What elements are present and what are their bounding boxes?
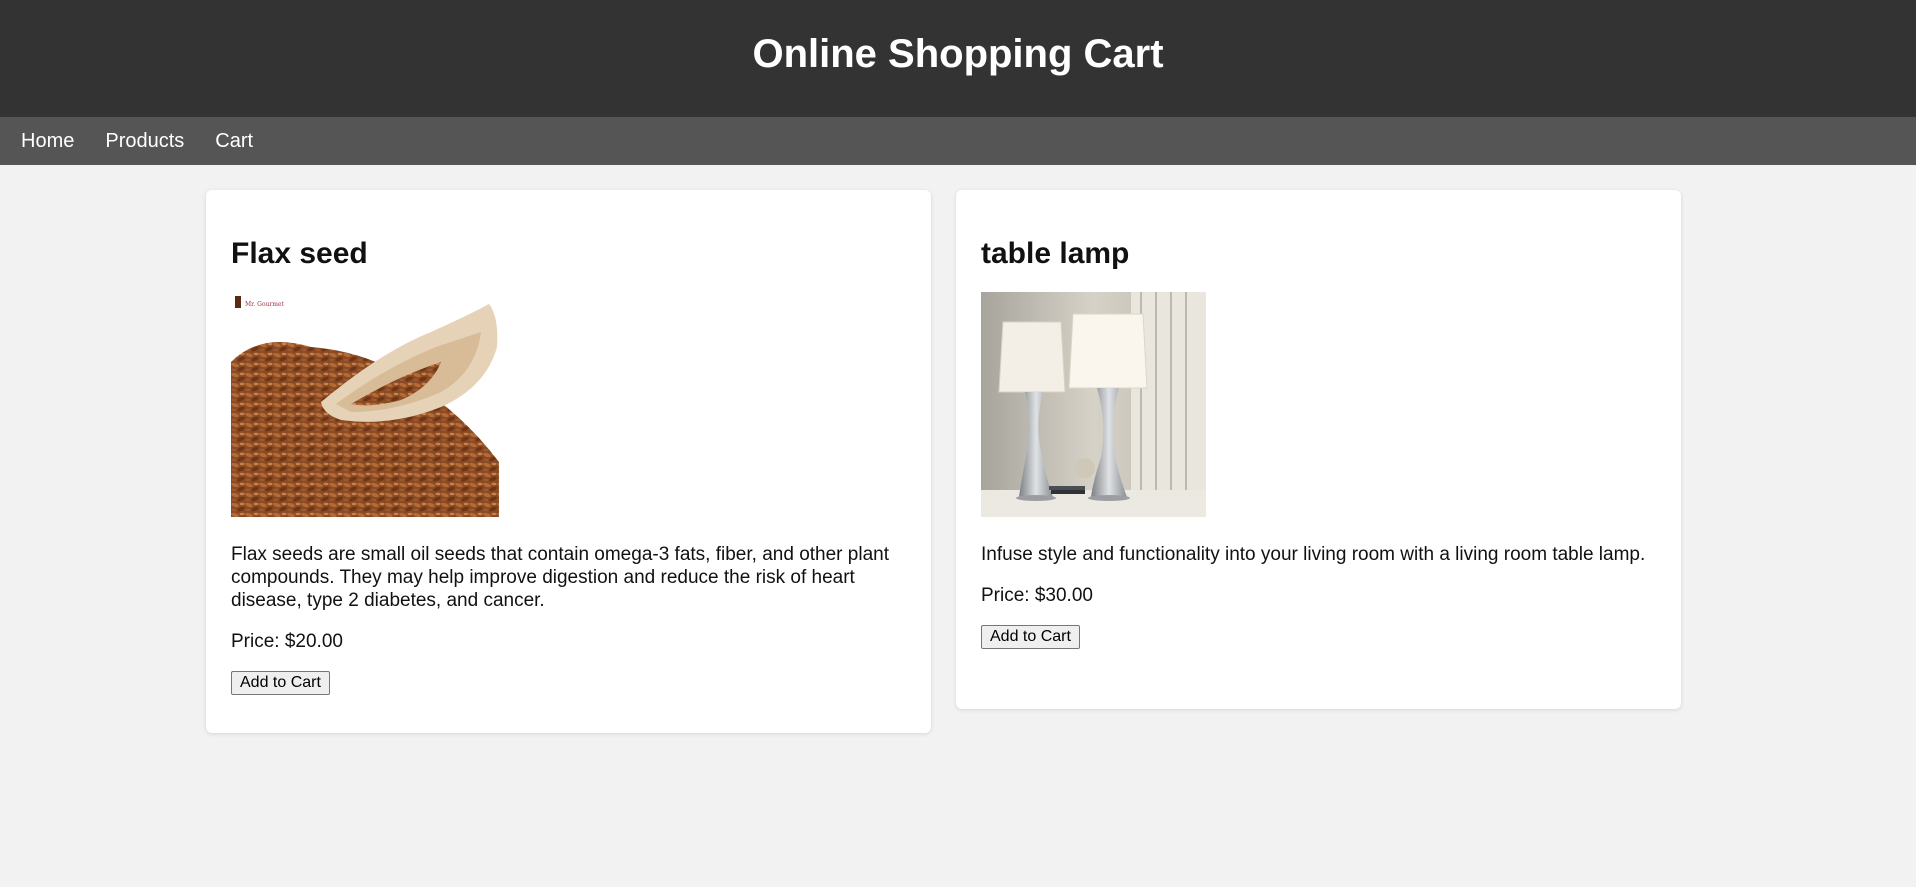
table-lamp-image <box>981 292 1206 517</box>
product-description: Flax seeds are small oil seeds that cont… <box>231 544 889 611</box>
nav-link-products[interactable]: Products <box>105 130 184 153</box>
product-title: table lamp <box>981 237 1130 270</box>
add-to-cart-button[interactable]: Add to Cart <box>981 625 1080 649</box>
page-title: Online Shopping Cart <box>752 32 1164 76</box>
add-to-cart-button[interactable]: Add to Cart <box>231 671 330 695</box>
product-title: Flax seed <box>231 237 368 270</box>
flax-seed-image: Mr. Gourmet <box>231 292 499 517</box>
product-card-table-lamp: table lamp Infuse style and functionalit… <box>956 190 1681 709</box>
product-price: Price: $20.00 <box>231 631 343 652</box>
product-price: Price: $30.00 <box>981 585 1093 606</box>
product-card-flax-seed: Flax seed Mr. Gourmet Flax seeds are sma… <box>206 190 931 733</box>
svg-text:Mr. Gourmet: Mr. Gourmet <box>245 301 285 308</box>
site-header: Online Shopping Cart <box>0 0 1916 117</box>
nav-link-home[interactable]: Home <box>21 130 74 153</box>
nav-link-cart[interactable]: Cart <box>215 130 253 153</box>
product-description: Infuse style and functionality into your… <box>981 544 1646 565</box>
nav-bar: Home Products Cart <box>0 117 1916 165</box>
